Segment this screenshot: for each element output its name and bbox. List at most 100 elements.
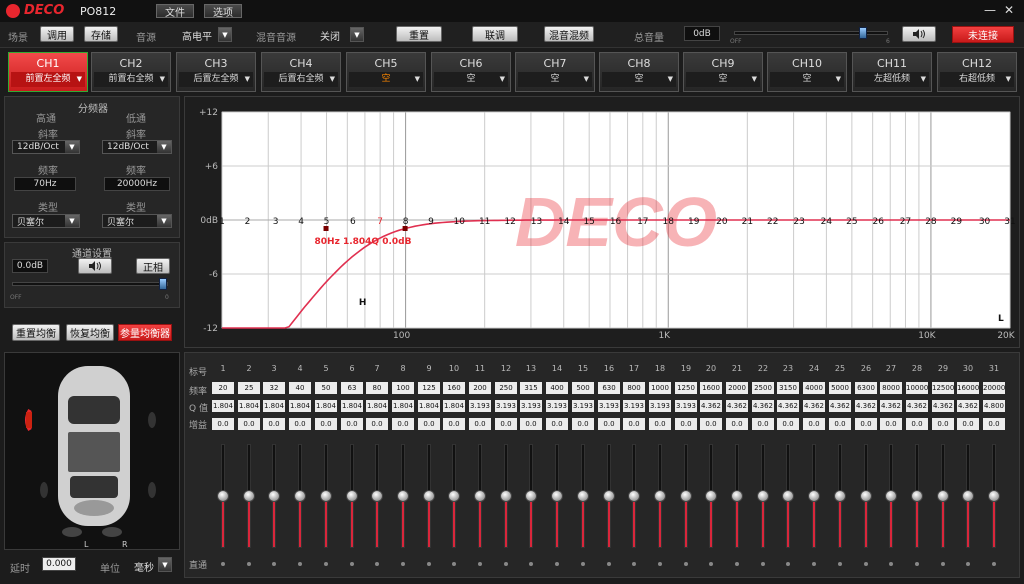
master-mute-button[interactable] (902, 26, 936, 42)
band-bypass-toggle[interactable] (452, 562, 456, 566)
eq-point-label[interactable]: 28 (925, 217, 937, 227)
band-q-input[interactable]: 3.193 (495, 400, 517, 412)
band-bypass-toggle[interactable] (735, 562, 739, 566)
band-freq-input[interactable]: 630 (598, 382, 620, 394)
channel-button-3[interactable]: CH3 后置左全频 ▼ (176, 52, 256, 92)
band-slider-handle[interactable] (860, 490, 872, 502)
band-bypass-toggle[interactable] (427, 562, 431, 566)
eq-point-label[interactable]: 21 (742, 217, 753, 227)
band-freq-input[interactable]: 5000 (829, 382, 851, 394)
band-slider-handle[interactable] (757, 490, 769, 502)
band-q-input[interactable]: 1.804 (263, 400, 285, 412)
band-slider-handle[interactable] (397, 490, 409, 502)
band-bypass-toggle[interactable] (658, 562, 662, 566)
eq-point-label[interactable]: 27 (900, 217, 911, 227)
band-freq-input[interactable]: 125 (418, 382, 440, 394)
eq-point-label[interactable]: 9 (428, 217, 434, 227)
band-gain-input[interactable]: 0.0 (855, 418, 877, 430)
band-bypass-toggle[interactable] (864, 562, 868, 566)
band-slider-handle[interactable] (294, 490, 306, 502)
band-bypass-toggle[interactable] (915, 562, 919, 566)
band-freq-input[interactable]: 1000 (649, 382, 671, 394)
band-freq-input[interactable]: 500 (572, 382, 594, 394)
reset-button[interactable]: 重置 (396, 26, 442, 42)
band-slider-handle[interactable] (962, 490, 974, 502)
menu-options[interactable]: 选项 (204, 4, 242, 19)
lowpass-slope-select[interactable]: 12dB/Oct ▼ (102, 140, 172, 154)
band-freq-input[interactable]: 32 (263, 382, 285, 394)
band-q-input[interactable]: 3.193 (598, 400, 620, 412)
band-freq-input[interactable]: 2000 (726, 382, 748, 394)
channel-type-select[interactable]: 右超低频 ▼ (940, 72, 1014, 87)
level-slider-handle[interactable] (159, 278, 167, 290)
band-freq-input[interactable]: 2500 (752, 382, 774, 394)
band-q-input[interactable]: 3.193 (572, 400, 594, 412)
connection-status-button[interactable]: 未连接 (952, 26, 1014, 43)
eq-point-label[interactable]: 13 (531, 217, 542, 227)
band-q-input[interactable]: 4.362 (932, 400, 954, 412)
channel-type-select[interactable]: 后置左全频 ▼ (179, 72, 253, 87)
eq-point-marker[interactable] (323, 226, 329, 231)
band-slider-handle[interactable] (423, 490, 435, 502)
band-gain-input[interactable]: 0.0 (495, 418, 517, 430)
eq-point-label[interactable]: 29 (951, 217, 963, 227)
band-bypass-toggle[interactable] (992, 562, 996, 566)
band-q-input[interactable]: 1.804 (418, 400, 440, 412)
band-bypass-toggle[interactable] (889, 562, 893, 566)
band-bypass-toggle[interactable] (786, 562, 790, 566)
band-q-input[interactable]: 4.362 (726, 400, 748, 412)
lowpass-marker[interactable]: L (998, 314, 1004, 324)
band-slider-handle[interactable] (217, 490, 229, 502)
band-slider-handle[interactable] (808, 490, 820, 502)
source-select[interactable]: ▼ (218, 27, 232, 42)
channel-type-select[interactable]: 后置右全频 ▼ (264, 72, 338, 87)
eq-point-label[interactable]: 22 (767, 217, 778, 227)
band-bypass-toggle[interactable] (838, 562, 842, 566)
band-q-input[interactable]: 1.804 (366, 400, 388, 412)
band-slider-handle[interactable] (911, 490, 923, 502)
delay-input[interactable]: 0.000 (42, 557, 76, 571)
eq-point-label[interactable]: 19 (688, 217, 700, 227)
channel-type-select[interactable]: 空 ▼ (518, 72, 592, 87)
band-gain-input[interactable]: 0.0 (983, 418, 1005, 430)
close-button[interactable]: ✕ (1004, 3, 1014, 17)
band-bypass-toggle[interactable] (607, 562, 611, 566)
channel-button-1[interactable]: CH1 前置左全频 ▼ (8, 52, 88, 92)
band-slider-handle[interactable] (371, 490, 383, 502)
channel-button-7[interactable]: CH7 空 ▼ (515, 52, 595, 92)
eq-graph[interactable]: DECO+12+60dB-6-12100 1K 10K 20K1 2 3 4 5 6 7 8 9 10 1… (184, 96, 1020, 348)
band-q-input[interactable]: 3.193 (469, 400, 491, 412)
eq-point-label[interactable]: 25 (846, 217, 857, 227)
channel-type-select[interactable]: 前置右全频 ▼ (94, 72, 168, 87)
band-slider-handle[interactable] (525, 490, 537, 502)
eq-point-label[interactable]: 17 (637, 217, 648, 227)
band-slider-handle[interactable] (577, 490, 589, 502)
band-bypass-toggle[interactable] (504, 562, 508, 566)
band-q-input[interactable]: 4.362 (752, 400, 774, 412)
channel-type-select[interactable]: 空 ▼ (770, 72, 844, 87)
band-freq-input[interactable]: 315 (520, 382, 542, 394)
scene-load-button[interactable]: 调用 (40, 26, 74, 42)
band-freq-input[interactable]: 10000 (906, 382, 928, 394)
eq-point-label[interactable]: 7 (377, 217, 383, 227)
channel-type-select[interactable]: 空 ▼ (349, 72, 423, 87)
band-bypass-toggle[interactable] (555, 562, 559, 566)
band-freq-input[interactable]: 1250 (675, 382, 697, 394)
mixing-button[interactable]: 混音混频 (544, 26, 594, 42)
eq-point-label[interactable]: 15 (583, 217, 594, 227)
band-q-input[interactable]: 4.362 (880, 400, 902, 412)
band-gain-input[interactable]: 0.0 (341, 418, 363, 430)
band-slider-handle[interactable] (320, 490, 332, 502)
minimize-button[interactable]: — (984, 3, 996, 17)
delay-unit-select[interactable]: ▼ (158, 557, 172, 572)
band-bypass-toggle[interactable] (298, 562, 302, 566)
band-slider-handle[interactable] (885, 490, 897, 502)
band-freq-input[interactable]: 63 (341, 382, 363, 394)
band-gain-input[interactable]: 0.0 (469, 418, 491, 430)
band-gain-input[interactable]: 0.0 (829, 418, 851, 430)
channel-button-8[interactable]: CH8 空 ▼ (599, 52, 679, 92)
band-slider-handle[interactable] (268, 490, 280, 502)
band-q-input[interactable]: 3.193 (546, 400, 568, 412)
band-q-input[interactable]: 1.804 (289, 400, 311, 412)
band-q-input[interactable]: 4.362 (700, 400, 722, 412)
